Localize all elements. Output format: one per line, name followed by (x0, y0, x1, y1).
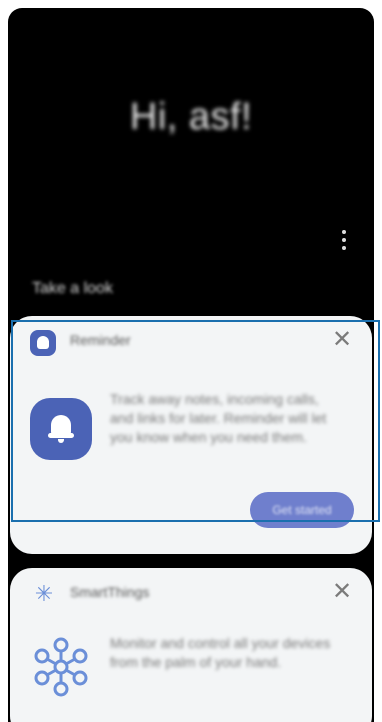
smartthings-card[interactable]: ✳ SmartThings ✕ Monitor and control all … (10, 568, 372, 722)
phone-screen: Hi, asf! Take a look Reminder ✕ Track aw… (8, 8, 374, 722)
reminder-small-icon (30, 330, 56, 356)
close-icon[interactable]: ✕ (330, 580, 354, 604)
button-label: Get started (272, 503, 332, 517)
greeting-title: Hi, asf! (129, 96, 253, 138)
get-started-button[interactable]: Get started (250, 492, 354, 528)
section-title: Take a look (32, 280, 113, 297)
card-title: Reminder (70, 332, 131, 348)
card-description: Track away notes, incoming calls, and li… (110, 391, 327, 445)
bell-icon (30, 398, 92, 460)
close-icon[interactable]: ✕ (330, 328, 354, 352)
smartthings-small-icon: ✳ (34, 581, 54, 606)
smartthings-icon (34, 637, 88, 697)
card-description: Monitor and control all your devices fro… (110, 635, 331, 670)
reminder-card[interactable]: Reminder ✕ Track away notes, incoming ca… (10, 316, 372, 554)
card-header: Reminder ✕ (10, 316, 372, 360)
card-title: SmartThings (70, 584, 150, 600)
more-options-icon[interactable] (340, 230, 348, 250)
card-header: ✳ SmartThings ✕ (10, 568, 372, 612)
